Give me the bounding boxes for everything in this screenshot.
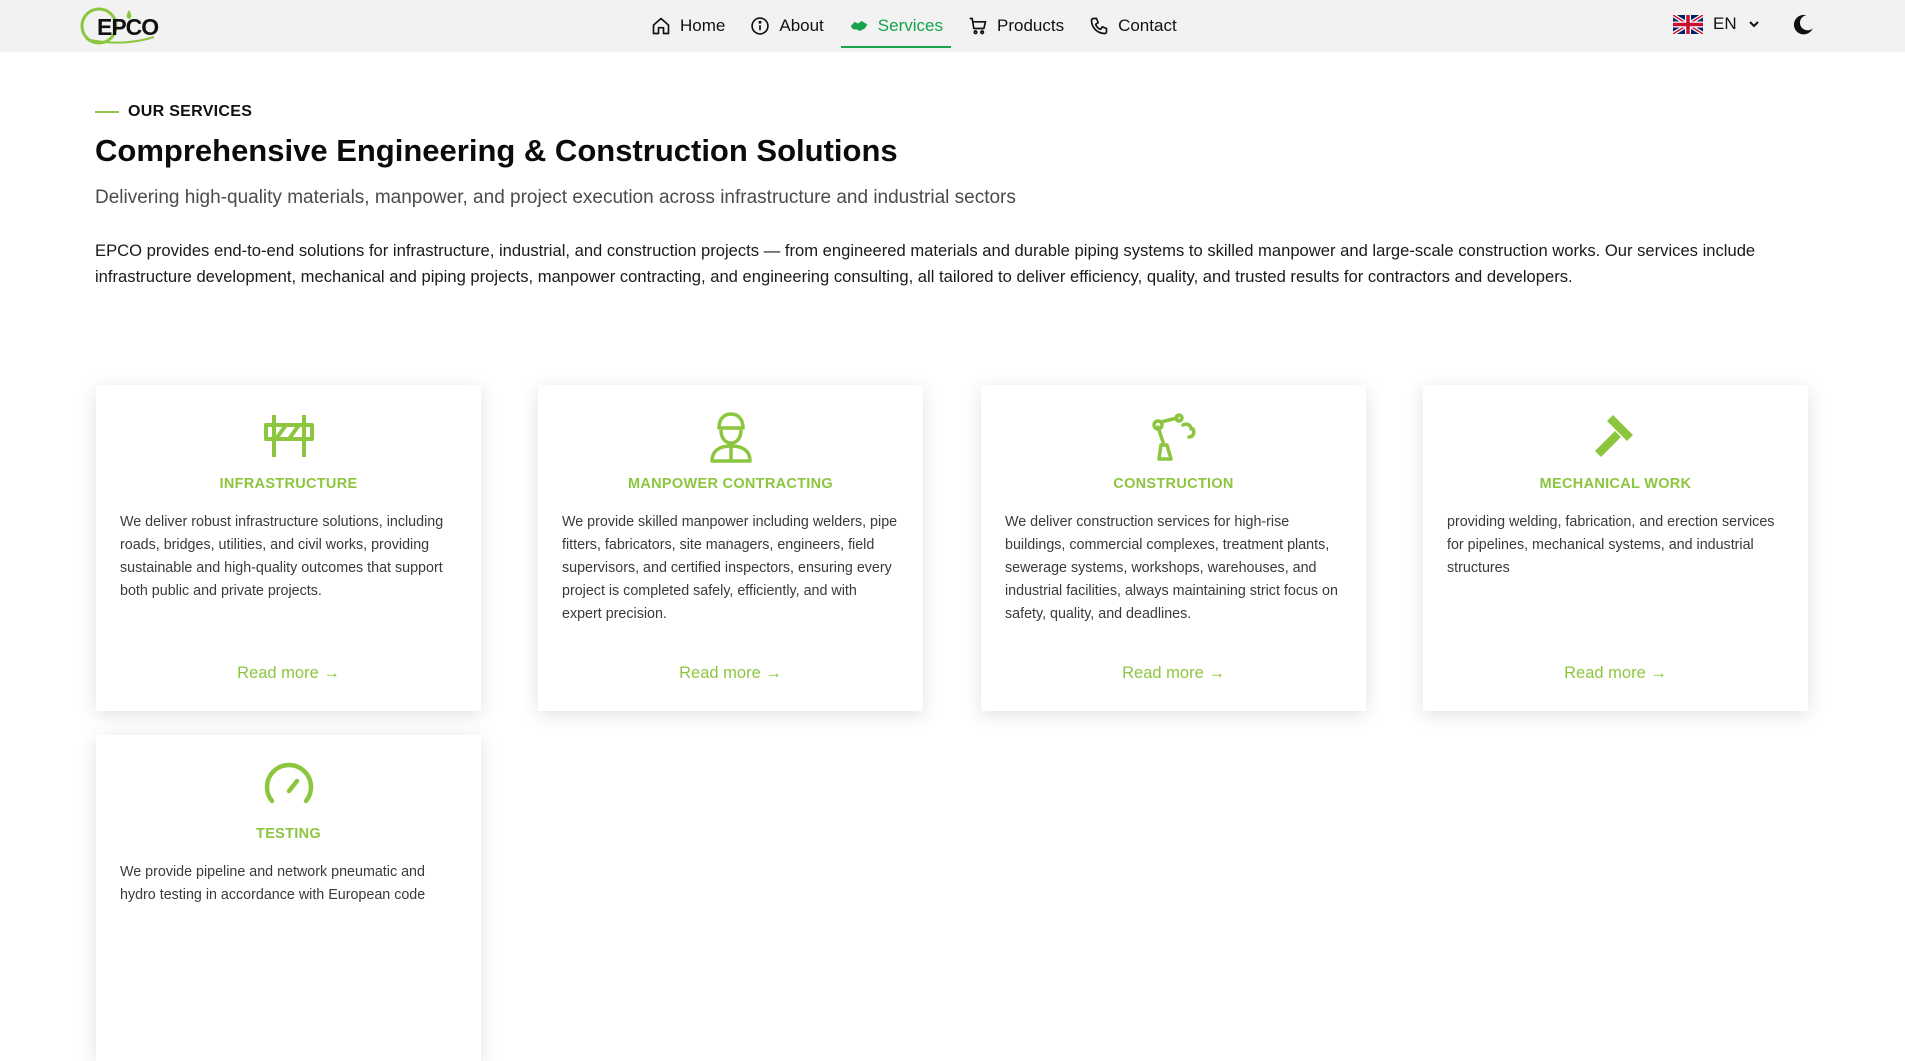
worker-icon <box>709 412 752 463</box>
service-card-infrastructure: INFRASTRUCTURE We deliver robust infrast… <box>96 385 481 711</box>
language-selector[interactable]: EN <box>1673 14 1761 34</box>
read-more-label: Read more <box>679 664 761 682</box>
arrow-right-icon: → <box>1650 664 1667 682</box>
service-description: We deliver construction services for hig… <box>1005 514 1338 622</box>
phone-icon <box>1090 17 1108 35</box>
service-card-testing: TESTING We provide pipeline and network … <box>96 735 481 1061</box>
read-more-label: Read more <box>1564 664 1646 682</box>
eyebrow-line <box>95 111 119 113</box>
nav-products-label: Products <box>996 16 1065 35</box>
moon-icon[interactable] <box>1790 12 1816 38</box>
intro-paragraph: EPCO provides end-to-end solutions for i… <box>95 241 1756 286</box>
page-subtitle: Delivering high-quality materials, manpo… <box>95 187 1016 208</box>
read-more-link[interactable]: Read more → <box>538 664 923 683</box>
service-card-construction: CONSTRUCTION We deliver construction ser… <box>981 385 1366 711</box>
nav-home[interactable]: Home <box>643 4 733 48</box>
info-icon <box>751 17 770 35</box>
chevron-down-icon <box>1748 21 1759 28</box>
main-nav: Home About Services Products Contact <box>643 0 1194 52</box>
read-more-link[interactable]: Read more → <box>96 664 481 683</box>
nav-contact-label: Contact <box>1118 16 1177 35</box>
service-card-mechanical: MECHANICAL WORK providing welding, fabri… <box>1423 385 1808 711</box>
home-icon <box>652 17 670 35</box>
nav-home-label: Home <box>680 16 726 35</box>
nav-services-label: Services <box>877 16 943 35</box>
cart-icon <box>969 17 987 35</box>
page-title: Comprehensive Engineering & Construction… <box>95 133 898 168</box>
arrow-right-icon: → <box>1208 664 1225 682</box>
service-description: providing welding, fabrication, and erec… <box>1447 514 1775 576</box>
arrow-right-icon: → <box>765 664 782 682</box>
nav-services[interactable]: Services <box>840 4 952 48</box>
service-title: MANPOWER CONTRACTING <box>628 476 833 492</box>
road-barrier-icon <box>263 415 314 457</box>
read-more-label: Read more <box>1122 664 1204 682</box>
nav-contact[interactable]: Contact <box>1081 4 1185 48</box>
service-description: We provide skilled manpower including we… <box>562 514 898 622</box>
service-title: TESTING <box>256 826 321 842</box>
nav-about[interactable]: About <box>742 4 831 48</box>
service-title: INFRASTRUCTURE <box>219 476 358 492</box>
read-more-link[interactable]: Read more → <box>981 664 1366 683</box>
handshake-icon <box>850 21 868 31</box>
arrow-right-icon: → <box>323 664 340 682</box>
service-card-manpower: MANPOWER CONTRACTING We provide skilled … <box>538 385 923 711</box>
section-eyebrow: OUR SERVICES <box>95 103 252 121</box>
service-title: MECHANICAL WORK <box>1539 476 1692 492</box>
nav-products[interactable]: Products <box>960 4 1072 48</box>
top-navbar: EPCO Home About Services Products Contac… <box>0 0 1905 52</box>
service-description: We provide pipeline and network pneumati… <box>120 864 426 903</box>
language-label: EN <box>1713 14 1737 33</box>
nav-about-label: About <box>779 16 824 35</box>
logo-text[interactable]: EPCO <box>97 14 159 41</box>
gauge-icon <box>264 762 313 804</box>
eyebrow-label: OUR SERVICES <box>128 103 253 120</box>
service-title: CONSTRUCTION <box>1113 476 1234 492</box>
hammer-icon <box>1594 415 1633 457</box>
read-more-label: Read more <box>237 664 319 682</box>
robotic-arm-icon <box>1151 413 1196 461</box>
read-more-link[interactable]: Read more → <box>1423 664 1808 683</box>
service-description: We deliver robust infrastructure solutio… <box>120 514 444 599</box>
uk-flag-icon <box>1673 14 1703 34</box>
